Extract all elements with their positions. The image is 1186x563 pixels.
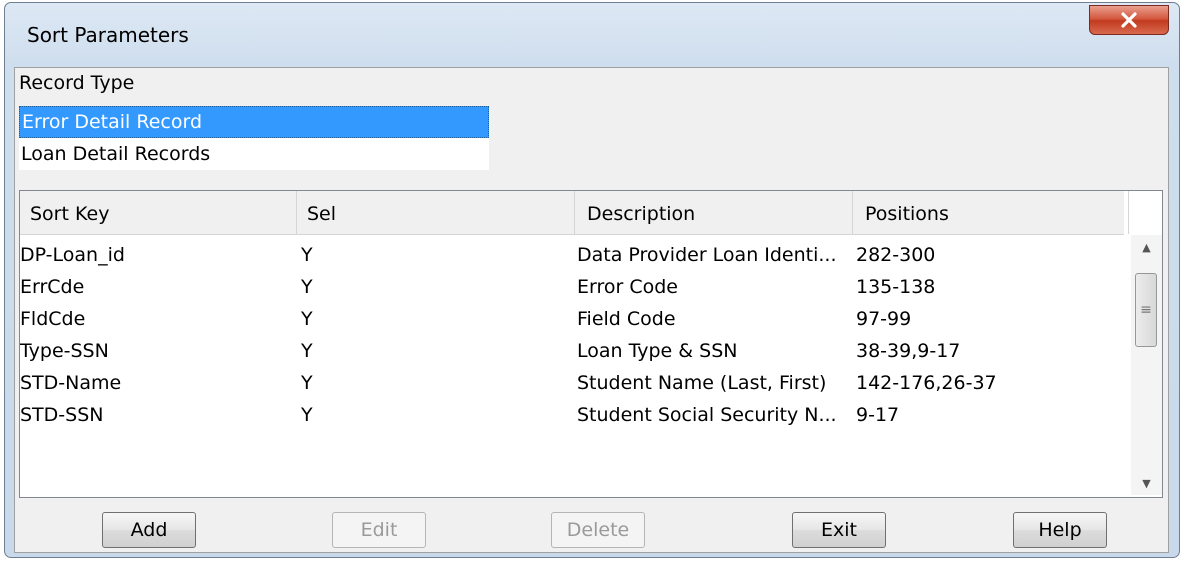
table-row[interactable]: FldCde Y Field Code 97-99 <box>20 303 1124 335</box>
table-row[interactable]: STD-SSN Y Student Social Security N... 9… <box>20 399 1124 431</box>
table-row[interactable]: DP-Loan_id Y Data Provider Loan Identi..… <box>20 239 1124 271</box>
column-header-sel[interactable]: Sel <box>297 191 575 234</box>
edit-button[interactable]: Edit <box>332 512 426 548</box>
close-button[interactable] <box>1089 5 1169 35</box>
grid-vertical-scrollbar[interactable]: ▲ ≡ ▼ <box>1131 235 1162 495</box>
scroll-down-arrow-icon[interactable]: ▼ <box>1131 471 1162 495</box>
grip-icon: ≡ <box>1140 302 1152 318</box>
cell-sort-key: FldCde <box>20 308 86 330</box>
add-button[interactable]: Add <box>102 512 196 548</box>
cell-sel: Y <box>301 308 313 330</box>
cell-sort-key: Type-SSN <box>20 340 109 362</box>
cell-positions: 135-138 <box>856 276 936 298</box>
window-title: Sort Parameters <box>27 23 189 47</box>
cell-positions: 97-99 <box>856 308 912 330</box>
table-row[interactable]: STD-Name Y Student Name (Last, First) 14… <box>20 367 1124 399</box>
record-type-list[interactable]: Error Detail Record Loan Detail Records <box>19 106 489 170</box>
sort-parameters-dialog: Sort Parameters Record Type Error Detail… <box>4 2 1180 558</box>
cell-positions: 282-300 <box>856 244 936 266</box>
cell-sort-key: ErrCde <box>20 276 85 298</box>
column-header-sort-key[interactable]: Sort Key <box>20 191 297 234</box>
cell-description: Student Social Security N... <box>577 404 837 426</box>
cell-sel: Y <box>301 340 313 362</box>
record-type-item-error-detail[interactable]: Error Detail Record <box>19 106 489 138</box>
sort-key-grid[interactable]: Sort Key Sel Description Positions DP-Lo… <box>19 190 1163 498</box>
cell-description: Student Name (Last, First) <box>577 372 827 394</box>
record-type-label: Record Type <box>19 72 135 94</box>
column-header-description[interactable]: Description <box>575 191 853 234</box>
scrollbar-thumb[interactable]: ≡ <box>1135 273 1157 347</box>
cell-sel: Y <box>301 276 313 298</box>
dialog-body: Record Type Error Detail Record Loan Det… <box>14 67 1169 553</box>
close-icon <box>1121 12 1137 28</box>
cell-sort-key: DP-Loan_id <box>20 244 125 266</box>
help-button[interactable]: Help <box>1013 512 1107 548</box>
cell-positions: 38-39,9-17 <box>856 340 961 362</box>
table-row[interactable]: ErrCde Y Error Code 135-138 <box>20 271 1124 303</box>
cell-description: Error Code <box>577 276 678 298</box>
cell-positions: 9-17 <box>856 404 900 426</box>
delete-button[interactable]: Delete <box>551 512 645 548</box>
record-type-item-loan-detail[interactable]: Loan Detail Records <box>19 138 489 170</box>
scroll-up-arrow-icon[interactable]: ▲ <box>1131 235 1162 259</box>
table-row[interactable]: Type-SSN Y Loan Type & SSN 38-39,9-17 <box>20 335 1124 367</box>
cell-description: Loan Type & SSN <box>577 340 738 362</box>
cell-sel: Y <box>301 372 313 394</box>
cell-sel: Y <box>301 244 313 266</box>
cell-description: Field Code <box>577 308 676 330</box>
cell-sort-key: STD-Name <box>20 372 122 394</box>
cell-sort-key: STD-SSN <box>20 404 104 426</box>
cell-sel: Y <box>301 404 313 426</box>
exit-button[interactable]: Exit <box>792 512 886 548</box>
cell-description: Data Provider Loan Identi... <box>577 244 837 266</box>
grid-header: Sort Key Sel Description Positions <box>20 191 1129 235</box>
cell-positions: 142-176,26-37 <box>856 372 997 394</box>
column-header-positions[interactable]: Positions <box>853 191 1129 234</box>
